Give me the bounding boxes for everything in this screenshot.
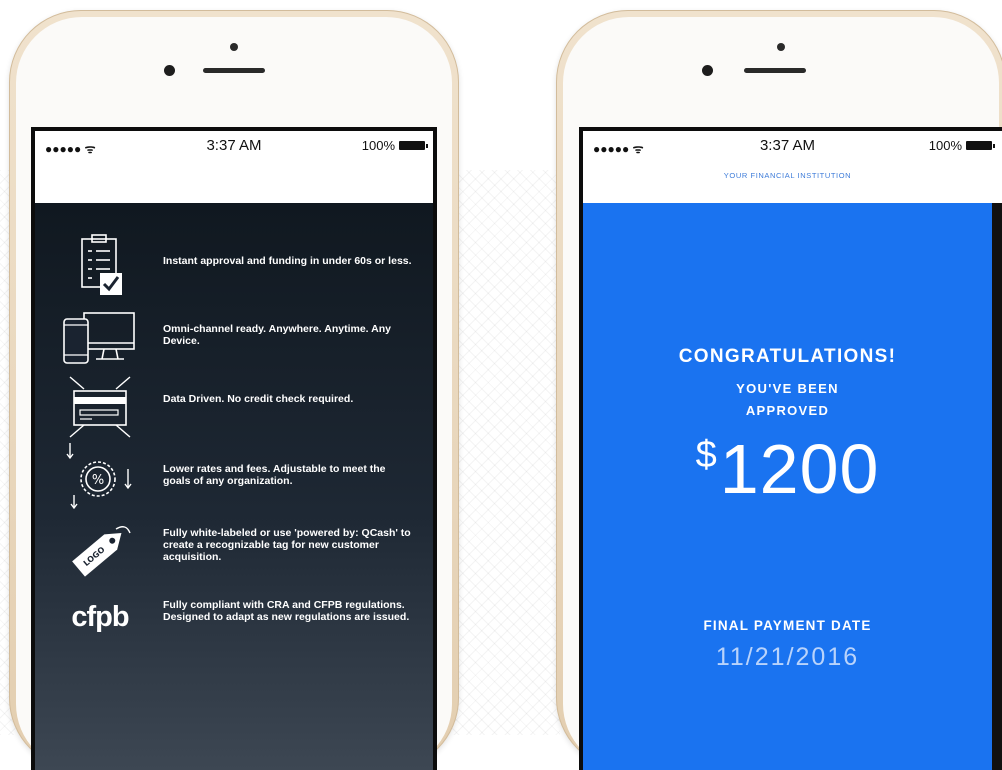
battery-percent: 100% xyxy=(928,138,962,153)
approval-panel: CONGRATULATIONS! YOU'VE BEEN APPROVED $1… xyxy=(583,203,992,770)
feature-text: Instant approval and funding in under 60… xyxy=(163,255,412,267)
final-payment-date: 11/21/2016 xyxy=(715,643,860,671)
right-phone: ●●●●● ᯤ 3:37 AM 100% YOUR FINANCIAL INST… xyxy=(556,10,1002,770)
feature-text: Lower rates and fees. Adjustable to meet… xyxy=(163,463,386,487)
cfpb-logo-text: cfpb xyxy=(71,600,129,633)
front-camera xyxy=(777,43,785,51)
percent-badge-icon: % xyxy=(61,443,139,511)
amount-value: 1200 xyxy=(719,430,880,508)
logo-tag-icon: LOGO xyxy=(61,515,139,583)
checklist-icon xyxy=(61,233,139,301)
battery-indicator: 100% xyxy=(361,138,428,153)
feature-text: Omni-channel ready. Anywhere. Anytime. A… xyxy=(163,323,391,347)
battery-icon xyxy=(399,141,428,150)
front-camera xyxy=(230,43,238,51)
earpiece-speaker xyxy=(203,68,265,73)
battery-indicator: 100% xyxy=(928,138,995,153)
feature-item: % Lower rates and fees. Adjustable to me… xyxy=(35,443,433,513)
battery-percent: 100% xyxy=(361,138,395,153)
approved-message: YOU'VE BEEN APPROVED xyxy=(583,378,992,422)
feature-text: Fully white-labeled or use 'powered by: … xyxy=(163,527,411,563)
battery-icon xyxy=(966,141,995,150)
earpiece-speaker xyxy=(744,68,806,73)
credit-card-icon xyxy=(61,373,139,441)
feature-item: Data Driven. No credit check required. xyxy=(35,373,433,443)
institution-label: YOUR FINANCIAL INSTITUTION xyxy=(723,171,852,180)
features-panel: Instant approval and funding in under 60… xyxy=(35,203,433,770)
cfpb-logo: cfpb xyxy=(61,583,139,651)
svg-text:%: % xyxy=(92,473,104,488)
approved-amount: $1200 xyxy=(583,429,992,509)
proximity-sensor xyxy=(164,65,175,76)
feature-text: Fully compliant with CRA and CFPB regula… xyxy=(163,599,410,623)
feature-item: LOGO Fully white-labeled or use 'powered… xyxy=(35,515,433,585)
status-bar: ●●●●● ᯤ 3:37 AM 100% xyxy=(35,131,433,203)
approved-line-2: APPROVED xyxy=(745,403,830,418)
feature-item: Omni-channel ready. Anywhere. Anytime. A… xyxy=(35,303,433,373)
feature-item: cfpb Fully compliant with CRA and CFPB r… xyxy=(35,583,433,653)
currency-symbol: $ xyxy=(695,434,718,476)
approved-line-1: YOU'VE BEEN xyxy=(736,381,839,396)
left-phone: ●●●●● ᯤ 3:37 AM 100% Instant approval an… xyxy=(9,10,459,770)
proximity-sensor xyxy=(702,65,713,76)
congratulations-heading: CONGRATULATIONS! xyxy=(678,346,897,367)
feature-item: Instant approval and funding in under 60… xyxy=(35,233,433,303)
feature-text: Data Driven. No credit check required. xyxy=(163,393,354,405)
right-screen: ●●●●● ᯤ 3:37 AM 100% YOUR FINANCIAL INST… xyxy=(579,127,1002,770)
status-bar: ●●●●● ᯤ 3:37 AM 100% YOUR FINANCIAL INST… xyxy=(583,131,1002,203)
left-screen: ●●●●● ᯤ 3:37 AM 100% Instant approval an… xyxy=(31,127,437,770)
devices-icon xyxy=(61,303,139,371)
final-payment-label: FINAL PAYMENT DATE xyxy=(703,618,872,633)
